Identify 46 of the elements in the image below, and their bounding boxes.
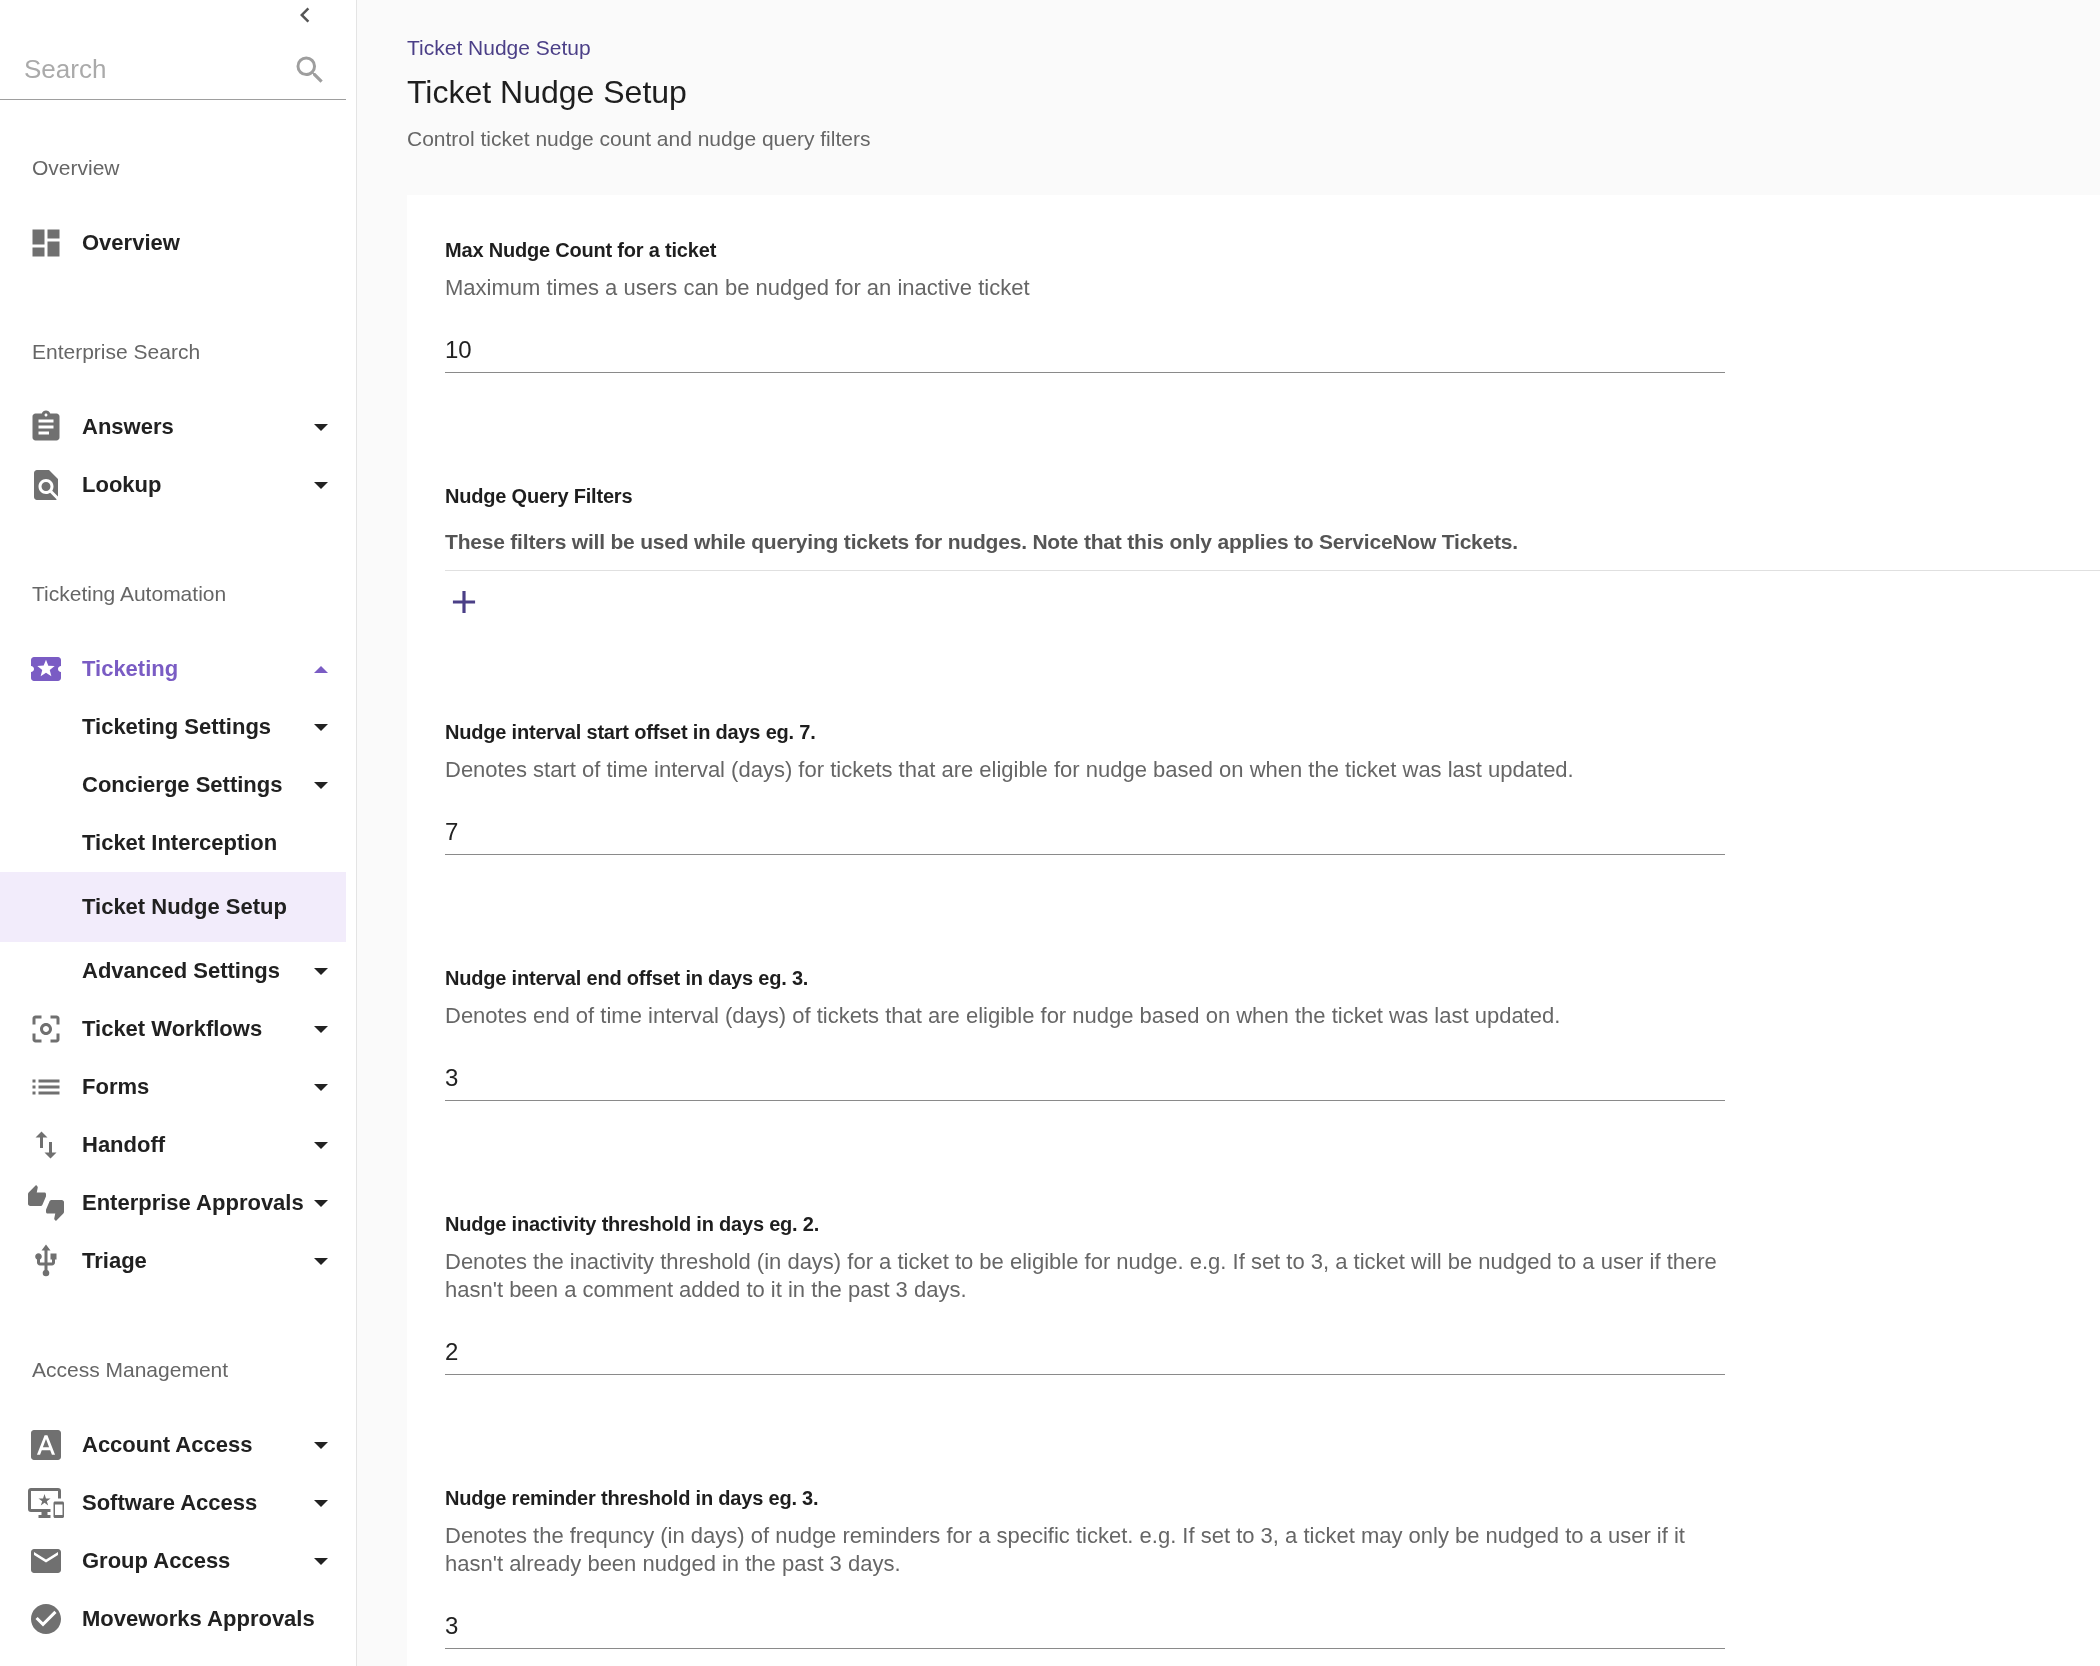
section-heading: Enterprise Search	[31, 340, 202, 364]
section-heading: Access Management	[31, 1358, 230, 1382]
sidebar-item[interactable]: Handoff	[0, 1116, 346, 1174]
sidebar-item[interactable]: Concierge Settings	[0, 756, 346, 814]
sidebar-item[interactable]: Lookup	[0, 456, 346, 514]
setting-description: Denotes end of time interval (days) of tickets that are eligible for nudge based on when the ticket was last updated.	[445, 1002, 1562, 1030]
thumbs-up-down-icon	[28, 1185, 64, 1221]
number-input-field[interactable]: 7	[445, 812, 1725, 855]
number-input-field[interactable]: 10	[445, 330, 1725, 373]
sidebar-item[interactable]: Ticket Nudge Setup	[0, 872, 346, 942]
number-input-field[interactable]: 3	[445, 1606, 1725, 1649]
sidebar-item[interactable]: Software Access	[0, 1474, 346, 1532]
monitor-star-icon	[28, 1485, 64, 1521]
sidebar-item[interactable]: Triage	[0, 1232, 346, 1290]
setting-label: Nudge reminder threshold in days eg. 3.	[445, 1487, 820, 1510]
sidebar-item[interactable]: Account Access	[0, 1416, 346, 1474]
setting-label: Nudge inactivity threshold in days eg. 2.	[445, 1213, 821, 1236]
sidebar-item[interactable]: Answers	[0, 398, 346, 456]
setting-description: Denotes the frequncy (in days) of nudge reminders for a specific ticket. e.g. If set to 3, a ticket may only be nudged to a user if it hasn't already been nudged in the past 3 days.	[445, 1522, 1686, 1578]
setting-label: Nudge interval start offset in days eg. 7.	[445, 721, 817, 744]
sidebar-item[interactable]: Ticketing Settings	[0, 698, 346, 756]
setting-description: Denotes the inactivity threshold (in days) for a ticket to be eligible for nudge. e.g. If set to 3, a ticket will be nudged to a user if there hasn't been a comment added to it in the past 3 days.	[445, 1248, 1718, 1304]
sidebar-item[interactable]: Ticket Interception	[0, 814, 346, 872]
setting-description: Denotes start of time interval (days) for tickets that are eligible for nudge based on when the ticket was last updated.	[445, 756, 1575, 784]
section-heading: Ticketing Automation	[31, 582, 228, 606]
sidebar-item[interactable]: Moveworks Approvals	[0, 1590, 346, 1648]
sidebar-item[interactable]: Ticket Workflows	[0, 1000, 346, 1058]
number-input-field[interactable]: 2	[445, 1332, 1725, 1375]
sidebar-item[interactable]: Advanced Settings	[0, 942, 346, 1000]
sidebar-item[interactable]: Group Access	[0, 1532, 346, 1590]
sidebar-item[interactable]: Forms	[0, 1058, 346, 1116]
search-field[interactable]: Search	[0, 40, 346, 100]
setting-description: These filters will be used while querying tickets for nudges. Note that this only applies to ServiceNow Tickets.	[445, 530, 1519, 554]
sidebar-item[interactable]: Enterprise Approvals	[0, 1174, 346, 1232]
page-subtitle: Control ticket nudge count and nudge query filters	[407, 127, 872, 151]
setting-description: Maximum times a users can be nudged for an inactive ticket	[445, 274, 1031, 302]
setting-label: Max Nudge Count for a ticket	[445, 239, 718, 262]
letter-a-icon	[28, 1427, 64, 1463]
breadcrumb-link[interactable]: Ticket Nudge Setup	[407, 36, 591, 60]
setting-label: Nudge Query Filters	[445, 485, 634, 508]
sidebar-item[interactable]: Ticketing	[0, 640, 346, 698]
section-heading: Overview	[31, 156, 121, 180]
sidebar-item[interactable]: Overview	[0, 214, 346, 272]
setting-label: Nudge interval end offset in days eg. 3.	[445, 967, 810, 990]
page-title: Ticket Nudge Setup	[407, 74, 688, 111]
number-input-field[interactable]: 3	[445, 1058, 1725, 1101]
